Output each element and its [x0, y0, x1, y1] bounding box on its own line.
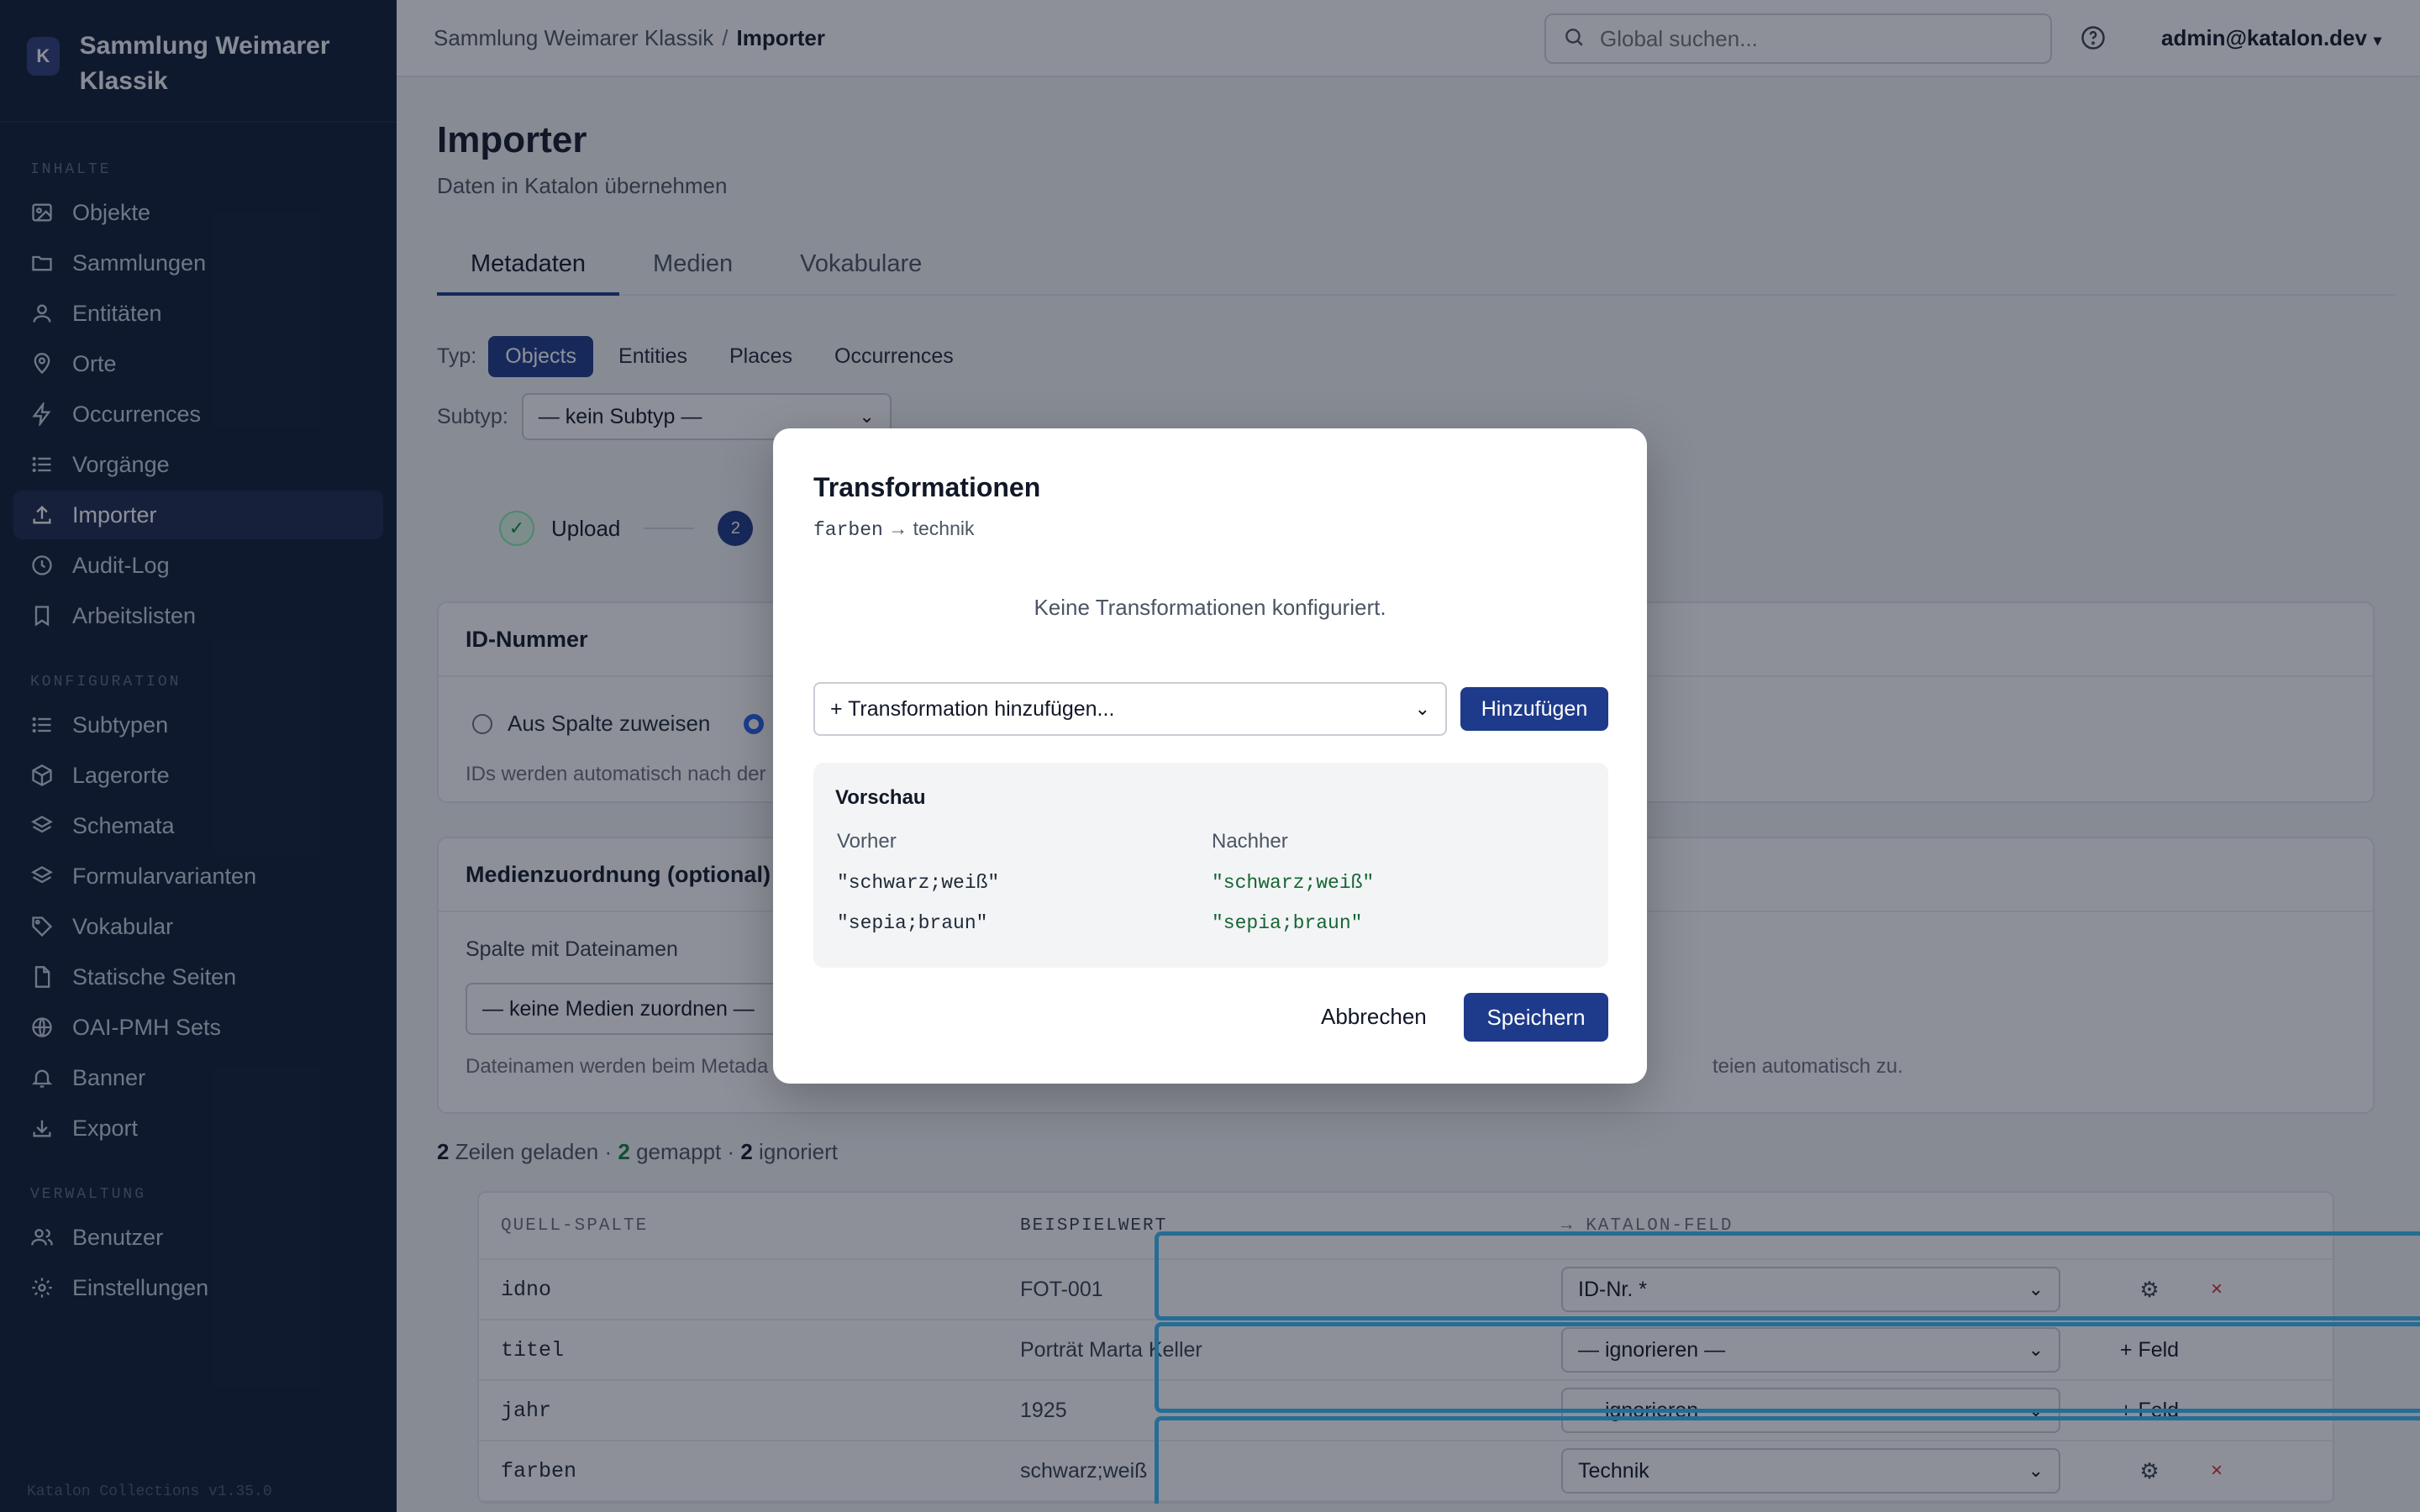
modal-empty-state: Keine Transformationen konfiguriert. — [1034, 595, 1386, 620]
preview-before-value: "sepia;braun" — [837, 912, 988, 934]
modal-subtitle: farben → technik — [813, 517, 974, 541]
cancel-button[interactable]: Abbrechen — [1307, 993, 1440, 1040]
transformations-modal: Transformationen farben → technik Keine … — [773, 428, 1647, 1084]
add-transformation-button[interactable]: Hinzufügen — [1460, 687, 1608, 731]
modal-source-field: farben — [813, 519, 883, 541]
preview-before-header: Vorher — [837, 830, 897, 853]
preview-title: Vorschau — [835, 786, 926, 809]
preview-after-header: Nachher — [1212, 830, 1288, 853]
modal-title: Transformationen — [813, 472, 1041, 502]
preview-after-value: "sepia;braun" — [1212, 912, 1363, 934]
modal-target-field: technik — [913, 517, 975, 539]
preview-after-value: "schwarz;weiß" — [1212, 872, 1375, 894]
preview-before-value: "schwarz;weiß" — [837, 872, 1000, 894]
chevron-down-icon: ⌄ — [1414, 698, 1430, 719]
save-button[interactable]: Speichern — [1464, 993, 1608, 1042]
arrow-right-icon: → — [888, 517, 908, 539]
preview-panel: Vorschau Vorher Nachher "schwarz;weiß" "… — [813, 763, 1608, 968]
transformation-select[interactable]: + Transformation hinzufügen... ⌄ — [813, 682, 1447, 736]
transformation-select-value: + Transformation hinzufügen... — [830, 696, 1115, 721]
